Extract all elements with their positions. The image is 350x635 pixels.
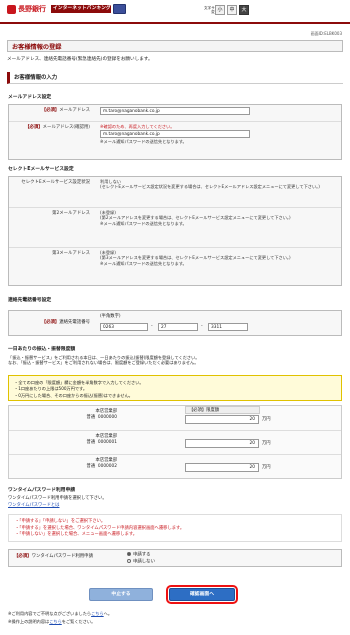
limit-row: 本店営業部 普通 0000001 20 万円 xyxy=(9,430,341,454)
limit-notice-2: ・1口座あたりの上限は500万円です。 xyxy=(14,386,88,392)
service-badge: インターネットバンキング xyxy=(51,5,111,13)
otp-options: 申請する 申請しない xyxy=(127,552,155,566)
email-confirm-note: ※メール通知パスワードの送信先となります。 xyxy=(100,139,187,145)
limit-notice-1: ・全ての口座の「限度額」欄に金額を半角数字で入力してください。 xyxy=(14,380,144,385)
otp-section-title: ワンタイムパスワード利用申請 xyxy=(8,488,76,493)
email-confirm-label: 【必須】メールアドレス(確認用) xyxy=(25,125,90,130)
phone-area-input[interactable]: 0263 xyxy=(100,323,148,331)
email-panel: 【必須】メールアドレス m.taro@naganobank.co.jp 【必須】… xyxy=(8,104,342,160)
second-email-note2: ※メール通知パスワードの送信先となります。 xyxy=(100,220,187,226)
email-input[interactable]: m.taro@naganobank.co.jp xyxy=(100,107,250,115)
third-email-row: 第3メールアドレス (未登録) (第3メールアドレスを変更する場合は、セレクトE… xyxy=(9,247,341,287)
phone-hint: (半角数字) xyxy=(100,314,121,319)
email-confirm-input[interactable]: m.taro@naganobank.co.jp xyxy=(100,130,250,139)
computer-icon xyxy=(113,4,126,14)
select-email-section-title: セレクトEメールサービス設定 xyxy=(8,167,74,172)
otp-choice-label: 【必須】ワンタイムパスワード利用申請 xyxy=(14,554,93,559)
limit-input[interactable]: 20 xyxy=(185,415,259,424)
otp-description: ワンタイムパスワード利用申請を選択して下さい。 xyxy=(8,496,107,501)
site-header: 長野銀行 インターネットバンキング 文字サイズを変更する 小 中 大 xyxy=(0,0,350,24)
radio-selected-icon[interactable] xyxy=(127,552,131,556)
email-section-title: メールアドレス設定 xyxy=(8,95,52,100)
limit-notice-box: ・全ての口座の「限度額」欄に金額を半角数字で入力してください。 ・1口座あたりの… xyxy=(8,375,342,401)
section-title: お客様情報の入力 xyxy=(7,72,343,84)
phone-prefix-input[interactable]: 27 xyxy=(158,323,198,331)
bank-logo-icon xyxy=(7,5,16,15)
limit-row: 本店営業部 普通 0000000 【必須】限度額 20 万円 xyxy=(9,406,341,430)
font-size-small-button[interactable]: 小 xyxy=(215,5,225,15)
second-email-row: 第2メールアドレス (未登録) (第2メールアドレスを変更する場合は、セレクトE… xyxy=(9,207,341,247)
otp-choice-row: 【必須】ワンタイムパスワード利用申請 申請する 申請しない xyxy=(8,549,342,567)
phone-label: 【必須】連絡先電話番号 xyxy=(41,320,90,325)
limit-unit: 万円 xyxy=(262,465,271,470)
font-size-large-button[interactable]: 大 xyxy=(239,5,249,15)
cancel-button[interactable]: 中止する xyxy=(89,588,153,601)
limit-description: 「振込・振替サービス」をご利用される本日は、一日あたりの振込(振替)限度額を登録… xyxy=(8,355,200,366)
otp-notes: ・「申請する」「申請しない」をご選択下さい。 ・「申請する」を選択した場合、ワン… xyxy=(8,514,342,542)
otp-note-2: ・「申請する」を選択した場合、ワンタイムパスワード申請内容選択画面へ遷移します。 xyxy=(15,525,185,531)
otp-info-link[interactable]: ワンタイムパスワードとは xyxy=(8,503,59,509)
otp-note-1: ・「申請する」「申請しない」をご選択下さい。 xyxy=(15,519,106,524)
page-title: お客様情報の登録 xyxy=(7,40,343,52)
account-info: 本店営業部 普通 0000000 xyxy=(86,409,117,420)
manual-link[interactable]: こちら xyxy=(49,619,62,624)
email-confirm-row: 【必須】メールアドレス(確認用) ※確認のため、再度入力してください。 m.ta… xyxy=(9,121,341,161)
select-status-note: (セレクトEメールサービス設定状況を変更する場合は、セレクトEメールアドレス設定… xyxy=(100,184,320,190)
screen-id: 画面ID:ELBK003 xyxy=(310,31,342,36)
otp-option-apply[interactable]: 申請する xyxy=(127,552,155,559)
select-status-label: セレクトEメールサービス設定状況 xyxy=(21,180,90,185)
radio-unselected-icon[interactable] xyxy=(127,559,131,564)
limit-unit: 万円 xyxy=(262,441,271,446)
select-email-panel: セレクトEメールサービス設定状況 利用しない (セレクトEメールサービス設定状況… xyxy=(8,176,342,286)
limit-input[interactable]: 20 xyxy=(185,463,259,472)
second-email-label: 第2メールアドレス xyxy=(52,211,90,216)
intro-text: メールアドレス、連絡先電話番号(緊急連絡先)の登録をお願いします。 xyxy=(7,57,153,62)
phone-separator-2: - xyxy=(201,324,203,329)
limit-row: 本店営業部 普通 0000002 20 万円 xyxy=(9,454,341,478)
email-row: 【必須】メールアドレス m.taro@naganobank.co.jp xyxy=(9,105,341,121)
page: 長野銀行 インターネットバンキング 文字サイズを変更する 小 中 大 画面ID:… xyxy=(0,0,350,635)
phone-line-input[interactable]: 3311 xyxy=(208,323,248,331)
limit-unit: 万円 xyxy=(262,417,271,422)
otp-note-3: ・「申請しない」を選択した場合、メニュー画面へ遷移します。 xyxy=(15,532,138,538)
phone-panel: 【必須】連絡先電話番号 (半角数字) 0263 - 27 - 3311 xyxy=(8,310,342,336)
bank-name: 長野銀行 xyxy=(18,5,46,13)
bank-logo[interactable]: 長野銀行 xyxy=(7,5,46,15)
help-link[interactable]: こちら xyxy=(91,611,104,616)
confirm-button[interactable]: 確認画面へ xyxy=(166,585,238,604)
limit-input[interactable]: 20 xyxy=(185,439,259,448)
limit-notice-3: ・0万円にした場合、その口座からの振込(振替)はできません。 xyxy=(14,392,133,398)
third-email-label: 第3メールアドレス xyxy=(52,251,90,256)
email-label: 【必須】メールアドレス xyxy=(41,108,90,113)
phone-section-title: 連絡先電話番号設定 xyxy=(8,298,52,303)
account-info: 本店営業部 普通 0000002 xyxy=(86,458,117,469)
third-email-note2: ※メール通知パスワードの送信先となります。 xyxy=(100,260,187,266)
limit-table: 本店営業部 普通 0000000 【必須】限度額 20 万円 本店営業部 普通 00… xyxy=(8,405,342,479)
otp-option-decline[interactable]: 申請しない xyxy=(127,559,155,566)
font-size-medium-button[interactable]: 中 xyxy=(227,5,237,15)
limit-label: 【必須】限度額 xyxy=(185,406,260,414)
limit-section-title: 一日あたりの振込・振替限度額 xyxy=(8,347,76,352)
footer-help: ※ご利用内容でご不明な点がございましたらこちらへ。 xyxy=(8,611,113,616)
select-status-row: セレクトEメールサービス設定状況 利用しない (セレクトEメールサービス設定状況… xyxy=(9,177,341,207)
account-info: 本店営業部 普通 0000001 xyxy=(86,434,117,445)
email-confirm-warning: ※確認のため、再度入力してください。 xyxy=(100,124,175,129)
footer-manual: ※操作上の説明内容はこちらをご覧ください。 xyxy=(8,619,96,624)
phone-separator: - xyxy=(151,324,153,329)
